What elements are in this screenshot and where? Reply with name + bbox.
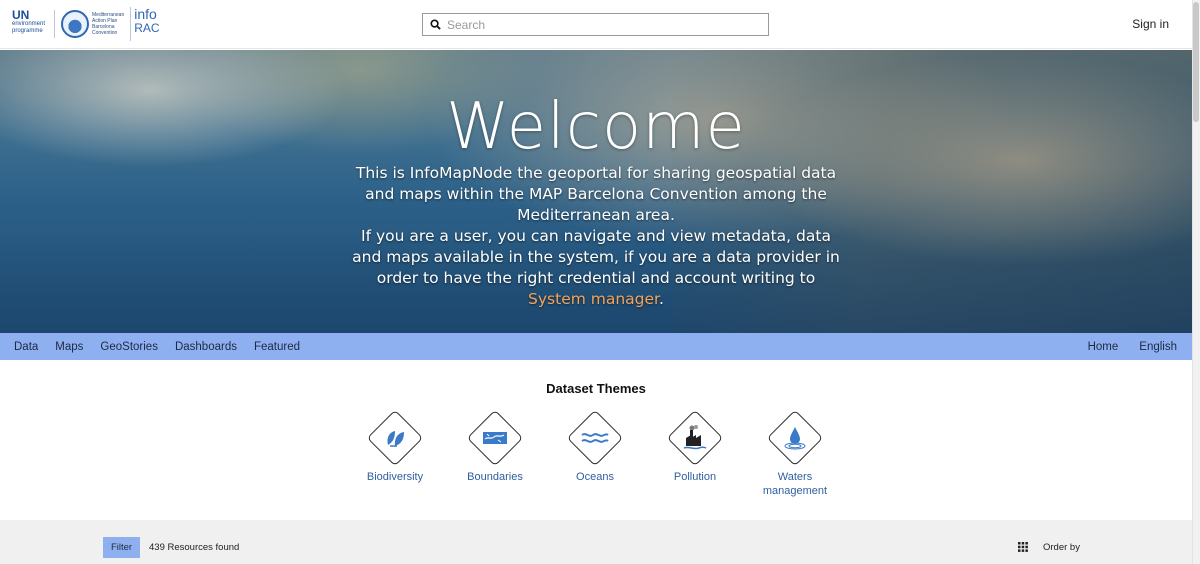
dataset-themes-title: Dataset Themes (546, 381, 646, 396)
factory-icon (683, 425, 707, 450)
menu-item-featured[interactable]: Featured (254, 341, 300, 353)
sign-in-link[interactable]: Sign in (1132, 17, 1169, 31)
theme-waters-management[interactable]: Waters management (745, 408, 845, 498)
un-logo-line2: environment (12, 21, 46, 27)
water-drop-icon (784, 427, 806, 450)
theme-diamond (565, 408, 625, 468)
hero-intro-text: This is InfoMapNode the geoportal for sh… (355, 164, 837, 224)
search-box[interactable] (422, 13, 769, 36)
rac-logo-text: RAC (134, 21, 160, 35)
theme-diamond (365, 408, 425, 468)
map-icon (483, 432, 507, 444)
theme-diamond (765, 408, 825, 468)
hero-intro: This is InfoMapNode the geoportal for sh… (350, 163, 842, 310)
hero-title: Welcome (446, 90, 746, 164)
menu-item-maps[interactable]: Maps (55, 341, 83, 353)
logos: UN environment programme Mediterranean A… (12, 6, 160, 42)
theme-label: Pollution (673, 471, 717, 483)
menu-item-data[interactable]: Data (14, 341, 38, 353)
hero-intro-period: . (659, 290, 664, 308)
hero-banner: Welcome This is InfoMapNode the geoporta… (0, 50, 1192, 333)
language-selector[interactable]: English (1139, 341, 1177, 353)
page-scrollbar[interactable] (1192, 0, 1200, 564)
theme-biodiversity[interactable]: Biodiversity (345, 408, 445, 484)
leaf-icon (387, 431, 404, 447)
filter-button[interactable]: Filter (103, 537, 140, 558)
menu-item-geostories[interactable]: GeoStories (100, 341, 158, 353)
menu-right: Home English (1088, 333, 1177, 360)
theme-pollution[interactable]: Pollution (645, 408, 745, 484)
system-manager-link[interactable]: System manager (528, 290, 659, 308)
resources-count: 439 Resources found (149, 542, 240, 553)
theme-label: Waters management (762, 471, 828, 497)
theme-diamond (665, 408, 725, 468)
un-logo-line3: programme (12, 28, 43, 34)
menu-left: Data Maps GeoStories Dashboards Featured (0, 341, 300, 353)
mediterranean-action-plan-logo[interactable]: Mediterranean Action Plan Barcelona Conv… (54, 10, 124, 38)
waves-icon (581, 433, 609, 443)
hero-intro-text-2: If you are a user, you can navigate and … (352, 227, 840, 287)
order-by-dropdown[interactable]: Order by (1043, 542, 1080, 553)
info-logo-text: info (134, 6, 157, 22)
main-menu-bar: Data Maps GeoStories Dashboards Featured… (0, 333, 1192, 360)
theme-boundaries[interactable]: Boundaries (445, 408, 545, 484)
info-rac-logo[interactable]: info RAC (130, 7, 160, 41)
menu-item-dashboards[interactable]: Dashboards (175, 341, 237, 353)
dataset-themes-list: Biodiversity Boundaries Oceans Pollution… (345, 408, 845, 508)
search-input[interactable] (447, 17, 747, 32)
theme-diamond (465, 408, 525, 468)
map-logo-line4: Convention (92, 30, 118, 36)
un-logo-text: UN (12, 8, 30, 22)
theme-oceans[interactable]: Oceans (545, 408, 645, 484)
theme-label: Boundaries (467, 471, 523, 483)
grid-view-icon[interactable] (1018, 542, 1028, 552)
theme-label: Biodiversity (366, 471, 424, 483)
search-icon[interactable] (423, 19, 447, 30)
menu-item-home[interactable]: Home (1088, 341, 1119, 353)
un-environment-logo[interactable]: UN environment programme (12, 9, 48, 39)
map-emblem-icon (61, 10, 89, 38)
scrollbar-thumb[interactable] (1193, 2, 1199, 122)
top-header: UN environment programme Mediterranean A… (0, 0, 1192, 49)
theme-label: Oceans (576, 471, 614, 483)
